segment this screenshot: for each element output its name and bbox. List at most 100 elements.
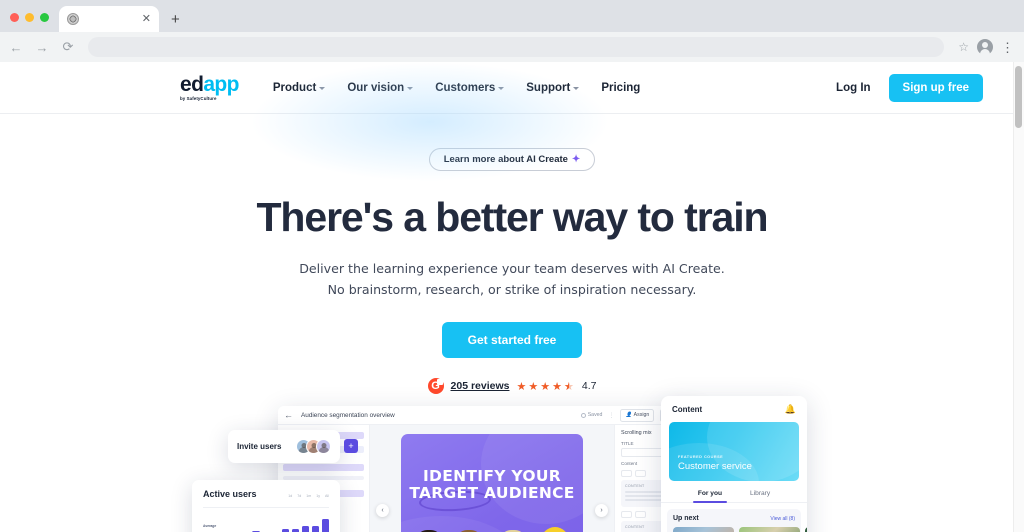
mobile-tabs: For you Library xyxy=(661,490,807,503)
move-down-button[interactable] xyxy=(635,511,646,518)
featured-course-banner[interactable]: FEATURED COURSE Customer service xyxy=(669,422,799,481)
active-users-title: Active users xyxy=(203,489,257,499)
hard-hat-icon xyxy=(541,526,569,532)
course-card[interactable] xyxy=(805,527,807,532)
editor-back-icon[interactable]: ← xyxy=(284,410,293,420)
browser-menu-icon[interactable]: ⋮ xyxy=(1001,41,1014,54)
slide-heading: IDENTIFY YOUR TARGET AUDIENCE xyxy=(401,466,583,503)
active-users-bar-chart: Average 01020304050607080910111213 xyxy=(203,514,329,532)
active-users-header: Active users 1d 7d 1m 1y All xyxy=(203,489,329,499)
invite-users-card: Invite users + xyxy=(228,430,358,463)
chart-bar xyxy=(321,518,329,532)
invite-users-label: Invite users xyxy=(237,442,282,451)
mobile-title: Content xyxy=(672,404,703,414)
slide-heading-line-2: TARGET AUDIENCE xyxy=(409,484,575,502)
range-option[interactable]: All xyxy=(325,494,329,498)
scrollbar-thumb[interactable] xyxy=(1015,66,1022,128)
move-up-button[interactable] xyxy=(621,511,632,518)
up-next-header: Up next View all (8) xyxy=(673,515,795,522)
slide-preview: IDENTIFY YOUR TARGET AUDIENCE xyxy=(401,433,583,532)
browser-tab-strip: ✕ + xyxy=(0,0,1024,32)
saved-status: Saved xyxy=(580,412,602,418)
chart-bars xyxy=(203,515,329,532)
chart-bar xyxy=(311,526,320,532)
course-card-list xyxy=(673,527,807,532)
tab-close-icon[interactable]: ✕ xyxy=(142,13,151,25)
login-link[interactable]: Log In xyxy=(836,82,871,94)
minimize-window-button[interactable] xyxy=(25,13,34,22)
carousel-prev-icon[interactable]: ‹ xyxy=(376,504,389,517)
tab-library[interactable]: Library xyxy=(750,490,770,497)
tab-favicon-icon xyxy=(67,13,79,25)
signup-button[interactable]: Sign up free xyxy=(888,73,983,102)
bookmark-star-icon[interactable]: ☆ xyxy=(958,40,969,54)
reviews-link[interactable]: 205 reviews xyxy=(451,380,510,392)
hero-subtitle-line-2: No brainstorm, research, or strike of in… xyxy=(327,281,697,297)
avatar xyxy=(316,439,331,454)
active-users-card: Active users 1d 7d 1m 1y All Average 010… xyxy=(192,480,340,532)
hero-glow xyxy=(250,62,610,182)
slide-list-item[interactable] xyxy=(283,464,364,471)
address-bar[interactable] xyxy=(88,37,945,57)
up-next-label: Up next xyxy=(673,515,699,522)
hero-subtitle-line-1: Deliver the learning experience your tea… xyxy=(299,261,725,277)
bell-icon[interactable]: 🔔 xyxy=(785,404,796,415)
header-actions: Log In Sign up free xyxy=(836,73,983,102)
browser-tab[interactable]: ✕ xyxy=(59,6,159,32)
star-rating: ★ ★ ★ ★ ★ xyxy=(516,380,574,393)
slide-people-photo xyxy=(401,522,583,532)
star-icon: ★ xyxy=(528,380,540,393)
close-window-button[interactable] xyxy=(10,13,19,22)
star-icon: ★ xyxy=(552,380,563,393)
reload-icon[interactable]: ⟳ xyxy=(60,39,76,55)
invited-avatars xyxy=(296,439,331,454)
view-all-link[interactable]: View all (8) xyxy=(770,516,795,522)
logo-text-accent: app xyxy=(203,72,239,96)
reviews-row: 205 reviews ★ ★ ★ ★ ★ 4.7 xyxy=(0,378,1024,395)
browser-toolbar: ← → ⟳ ☆ ⋮ xyxy=(0,32,1024,62)
window-traffic-lights xyxy=(0,13,59,32)
edapp-logo[interactable]: edapp by SafetyCulture xyxy=(180,74,239,101)
editor-body: 400 30 % ‹ xyxy=(278,425,700,532)
forward-icon[interactable]: → xyxy=(34,39,50,55)
time-range-selector[interactable]: 1d 7d 1m 1y All xyxy=(288,494,329,498)
slide-name-placeholder xyxy=(283,464,364,471)
move-down-button[interactable] xyxy=(635,470,646,477)
range-option[interactable]: 1d xyxy=(288,494,292,498)
get-started-button[interactable]: Get started free xyxy=(441,322,583,359)
editor-canvas: ‹ IDENTIFY YOUR TARGET AUDIENCE › xyxy=(370,425,614,532)
profile-avatar-icon[interactable] xyxy=(977,39,993,55)
new-tab-button[interactable]: + xyxy=(171,12,180,27)
mobile-header: Content 🔔 xyxy=(661,396,807,422)
chart-bar xyxy=(301,526,310,532)
add-user-button[interactable]: + xyxy=(344,439,358,453)
divider xyxy=(203,507,329,508)
rating-value: 4.7 xyxy=(581,380,597,393)
g2-logo-icon xyxy=(427,378,444,395)
maximize-window-button[interactable] xyxy=(40,13,49,22)
up-next-section: Up next View all (8) xyxy=(667,509,807,532)
editor-toolbar: ← Audience segmentation overview Saved ⋮… xyxy=(278,406,700,425)
toolbar-menu-icon[interactable]: ⋮ xyxy=(608,412,614,419)
star-icon: ★ xyxy=(540,380,552,393)
slide-heading-line-1: IDENTIFY YOUR xyxy=(422,466,561,485)
logo-text-primary: ed xyxy=(180,72,204,96)
course-thumbnail xyxy=(673,527,734,532)
range-option[interactable]: 1m xyxy=(306,494,311,498)
tab-for-you[interactable]: For you xyxy=(692,490,728,503)
course-card[interactable] xyxy=(739,527,800,532)
logo-tagline: by SafetyCulture xyxy=(180,95,217,101)
carousel-next-icon[interactable]: › xyxy=(595,504,608,517)
star-icon: ★ xyxy=(516,380,528,393)
range-option[interactable]: 7d xyxy=(297,494,301,498)
move-up-button[interactable] xyxy=(621,470,632,477)
page-viewport: edapp by SafetyCulture Product Our visio… xyxy=(0,62,1024,532)
mobile-app-preview: Content 🔔 FEATURED COURSE Customer servi… xyxy=(661,396,807,532)
range-option[interactable]: 1y xyxy=(316,494,320,498)
assign-button[interactable]: 👤 Assign xyxy=(620,408,655,422)
page-title: There's a better way to train xyxy=(256,194,768,240)
star-half-icon: ★ xyxy=(564,380,575,393)
back-icon[interactable]: ← xyxy=(8,39,24,55)
page-scrollbar[interactable] xyxy=(1013,62,1024,532)
course-card[interactable] xyxy=(673,527,734,532)
